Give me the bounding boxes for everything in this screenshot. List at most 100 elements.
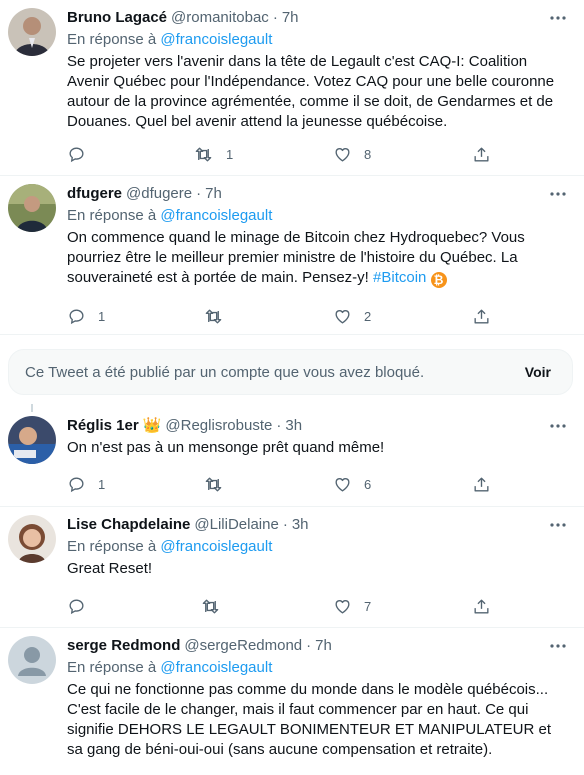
like-count: 2 bbox=[364, 308, 372, 324]
retweet-icon bbox=[195, 146, 212, 162]
retweet-button[interactable] bbox=[203, 306, 236, 326]
display-name[interactable]: Bruno Lagacé bbox=[67, 8, 167, 28]
tweet-actions: 7 bbox=[67, 596, 497, 616]
separator-dot: · bbox=[276, 417, 282, 434]
avatar[interactable] bbox=[8, 416, 56, 464]
more-options-icon[interactable] bbox=[546, 182, 570, 206]
tweet-body: Lise Chapdelaine @LiliDelaine · 3h En ré… bbox=[67, 515, 570, 579]
retweet-icon bbox=[205, 308, 222, 324]
retweet-button[interactable] bbox=[200, 596, 233, 616]
like-count: 8 bbox=[364, 146, 372, 162]
share-button[interactable] bbox=[472, 474, 491, 494]
share-button[interactable] bbox=[472, 144, 491, 164]
tweet[interactable]: dfugere @dfugere · 7h En réponse à @fran… bbox=[0, 176, 584, 335]
reply-context: En réponse à @francoislegault bbox=[67, 537, 570, 557]
blocked-tweet-notice: Ce Tweet a été publié par un compte que … bbox=[8, 349, 573, 395]
tweet-header: serge Redmond @sergeRedmond · 7h bbox=[67, 636, 570, 656]
separator-dot: · bbox=[196, 185, 202, 202]
view-button[interactable]: Voir bbox=[525, 364, 551, 380]
share-icon bbox=[474, 476, 489, 492]
more-options-icon[interactable] bbox=[546, 634, 570, 658]
like-button[interactable]: 2 bbox=[333, 306, 371, 326]
retweet-icon bbox=[202, 598, 219, 614]
separator-dot: · bbox=[306, 637, 312, 654]
reply-count: 1 bbox=[98, 476, 106, 492]
blocked-notice-text: Ce Tweet a été publié par un compte que … bbox=[25, 363, 425, 381]
avatar[interactable] bbox=[8, 8, 56, 56]
hashtag-link[interactable]: #Bitcoin bbox=[373, 269, 426, 286]
reply-button[interactable]: 1 bbox=[67, 474, 105, 494]
user-handle[interactable]: @Reglisrobuste bbox=[165, 416, 272, 436]
tweet-text: Ce qui ne fonctionne pas comme du monde … bbox=[67, 681, 552, 758]
tweet-actions: 1 6 bbox=[67, 474, 497, 494]
bitcoin-emoji: ₿ bbox=[430, 272, 447, 288]
reply-prefix: En réponse à bbox=[67, 207, 161, 224]
reply-icon bbox=[69, 146, 84, 162]
share-icon bbox=[474, 146, 489, 162]
tweet[interactable]: Bruno Lagacé @romanitobac · 7h En répons… bbox=[0, 0, 584, 176]
reply-mention-link[interactable]: @francoislegault bbox=[160, 31, 272, 48]
heart-icon bbox=[335, 477, 350, 492]
reply-mention-link[interactable]: @francoislegault bbox=[160, 538, 272, 555]
user-handle[interactable]: @romanitobac bbox=[171, 8, 269, 28]
user-handle[interactable]: @sergeRedmond bbox=[184, 636, 302, 656]
reply-icon bbox=[69, 308, 84, 324]
tweet[interactable]: Lise Chapdelaine @LiliDelaine · 3h En ré… bbox=[0, 507, 584, 628]
timestamp[interactable]: 7h bbox=[282, 8, 299, 28]
tweet-header: Bruno Lagacé @romanitobac · 7h bbox=[67, 8, 570, 28]
timestamp[interactable]: 7h bbox=[315, 636, 332, 656]
reply-context: En réponse à @francoislegault bbox=[67, 658, 570, 678]
user-handle[interactable]: @dfugere bbox=[126, 184, 192, 204]
reply-context: En réponse à @francoislegault bbox=[67, 206, 570, 226]
share-button[interactable] bbox=[472, 596, 491, 616]
tweet[interactable]: serge Redmond @sergeRedmond · 7h En répo… bbox=[0, 628, 584, 775]
reply-count: 1 bbox=[98, 308, 106, 324]
share-button[interactable] bbox=[472, 306, 491, 326]
separator-dot: · bbox=[282, 516, 288, 533]
display-name[interactable]: Réglis 1er bbox=[67, 416, 139, 436]
heart-icon bbox=[335, 147, 350, 162]
reply-mention-link[interactable]: @francoislegault bbox=[160, 659, 272, 676]
retweet-button[interactable]: 1 bbox=[193, 144, 233, 164]
retweet-button[interactable] bbox=[203, 474, 236, 494]
crown-emoji: 👑 bbox=[142, 417, 162, 434]
more-options-icon[interactable] bbox=[546, 6, 570, 30]
display-name[interactable]: serge Redmond bbox=[67, 636, 180, 656]
tweet[interactable]: Réglis 1er 👑 @Reglisrobuste · 3h On n'es… bbox=[0, 404, 584, 507]
share-icon bbox=[474, 598, 489, 614]
tweet-text: Great Reset! bbox=[67, 560, 153, 577]
like-button[interactable]: 6 bbox=[333, 474, 371, 494]
tweet-text: On n'est pas à un mensonge prêt quand mê… bbox=[67, 439, 385, 456]
user-handle[interactable]: @LiliDelaine bbox=[194, 515, 278, 535]
more-options-icon[interactable] bbox=[546, 414, 570, 438]
retweet-icon bbox=[205, 476, 222, 492]
reply-button[interactable]: 1 bbox=[67, 306, 105, 326]
separator-dot: · bbox=[272, 9, 278, 26]
reply-button[interactable] bbox=[67, 144, 98, 164]
reply-prefix: En réponse à bbox=[67, 659, 161, 676]
avatar[interactable] bbox=[8, 184, 56, 232]
timestamp[interactable]: 7h bbox=[205, 184, 222, 204]
display-name[interactable]: Lise Chapdelaine bbox=[67, 515, 190, 535]
timestamp[interactable]: 3h bbox=[292, 515, 309, 535]
reply-mention-link[interactable]: @francoislegault bbox=[160, 207, 272, 224]
reply-button[interactable] bbox=[67, 596, 98, 616]
tweet-feed: Bruno Lagacé @romanitobac · 7h En répons… bbox=[0, 0, 584, 775]
like-button[interactable]: 7 bbox=[333, 596, 371, 616]
tweet-text: On commence quand le minage de Bitcoin c… bbox=[67, 228, 570, 288]
display-name[interactable]: dfugere bbox=[67, 184, 122, 204]
like-count: 6 bbox=[364, 476, 372, 492]
avatar[interactable] bbox=[8, 515, 56, 563]
tweet-text: Se projeter vers l'avenir dans la tête d… bbox=[67, 53, 555, 130]
reply-icon bbox=[69, 476, 84, 492]
tweet-body: dfugere @dfugere · 7h En réponse à @fran… bbox=[67, 184, 570, 288]
default-avatar[interactable] bbox=[8, 636, 56, 684]
heart-icon bbox=[335, 309, 350, 324]
timestamp[interactable]: 3h bbox=[285, 416, 302, 436]
tweet-body: serge Redmond @sergeRedmond · 7h En répo… bbox=[67, 636, 570, 760]
more-options-icon[interactable] bbox=[546, 513, 570, 537]
like-button[interactable]: 8 bbox=[333, 144, 371, 164]
tweet-header: dfugere @dfugere · 7h bbox=[67, 184, 570, 204]
reply-context: En réponse à @francoislegault bbox=[67, 30, 570, 50]
reply-icon bbox=[69, 598, 84, 614]
